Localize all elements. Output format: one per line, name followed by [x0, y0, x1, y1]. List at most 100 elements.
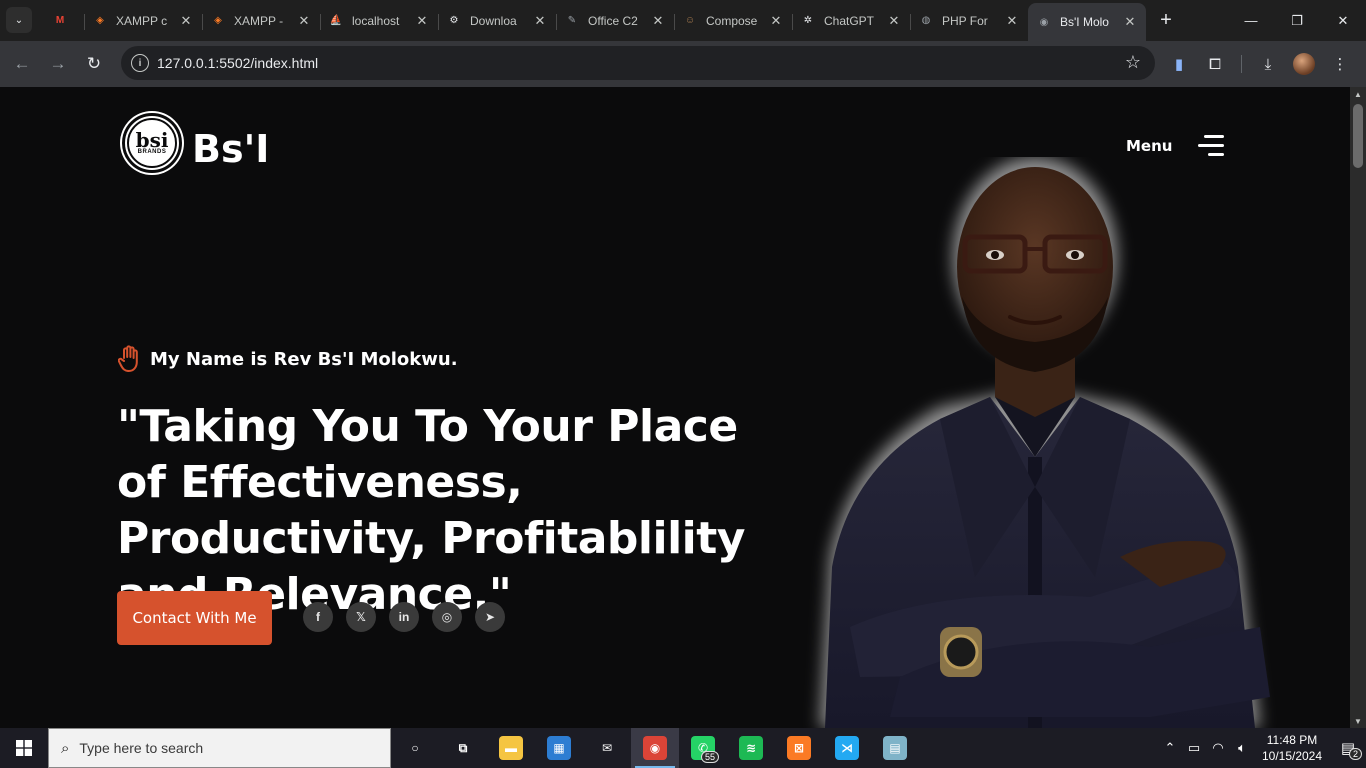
site-logo[interactable]: bsi BRANDS	[122, 113, 182, 173]
taskbar-app[interactable]: ≋	[727, 728, 775, 768]
bookmark-star-icon[interactable]: ☆	[1125, 52, 1141, 73]
profile-button[interactable]	[1288, 48, 1320, 80]
browser-tab[interactable]: ◍ PHP For ✕	[910, 5, 1028, 37]
browser-menu-button[interactable]: ⋮	[1324, 48, 1356, 80]
telegram-icon[interactable]: ➤	[475, 602, 505, 632]
clock[interactable]: 11:48 PM 10/15/2024	[1254, 732, 1330, 764]
taskbar-app[interactable]: ○	[391, 728, 439, 768]
start-button[interactable]	[0, 728, 48, 768]
address-bar[interactable]: i 127.0.0.1:5502/index.html ☆	[121, 46, 1155, 80]
spotify-icon: ≋	[739, 736, 763, 760]
browser-tab[interactable]: ◈ XAMPP c ✕	[84, 5, 202, 37]
scrollbar-thumb[interactable]	[1353, 104, 1363, 168]
logo-initials: bsi	[135, 128, 169, 152]
battery-icon[interactable]: ▭	[1182, 740, 1206, 756]
taskbar-app[interactable]: ⧉	[439, 728, 487, 768]
taskbar-app[interactable]: ⊠	[775, 728, 823, 768]
tab-title: XAMPP -	[234, 13, 284, 28]
taskbar-app[interactable]: ⋊	[823, 728, 871, 768]
menu-label: Menu	[1126, 137, 1173, 155]
chrome-icon: ◉	[643, 736, 667, 760]
tab-title: XAMPP c	[116, 13, 168, 28]
browser-tab[interactable]: ⚙ Downloa ✕	[438, 5, 556, 37]
close-tab-icon[interactable]: ✕	[1004, 13, 1020, 29]
arrow-left-icon: ←	[13, 54, 31, 73]
taskbar-app[interactable]: ✉	[583, 728, 631, 768]
toolbar-divider	[1241, 55, 1242, 73]
browser-tab[interactable]: M	[44, 5, 84, 37]
tab-title: Compose	[706, 13, 758, 28]
minimize-button[interactable]: —	[1228, 0, 1274, 41]
gmail-icon: M	[55, 15, 65, 26]
volume-icon[interactable]: 🔈︎	[1230, 740, 1254, 756]
page-scrollbar[interactable]: ▲ ▼	[1350, 87, 1366, 728]
taskbar-search[interactable]: ⌕ Type here to search	[48, 728, 391, 768]
tab-title: Downloa	[470, 13, 517, 28]
eye-icon: ◉	[1039, 16, 1049, 28]
url-text[interactable]: 127.0.0.1:5502/index.html	[157, 55, 318, 71]
x-twitter-icon[interactable]: 𝕏	[346, 602, 376, 632]
new-tab-button[interactable]: +	[1152, 7, 1180, 35]
menu-toggle[interactable]: Menu	[1126, 135, 1225, 157]
taskbar-app[interactable]: ✆ 55	[679, 728, 727, 768]
scroll-down-icon[interactable]: ▼	[1350, 714, 1366, 728]
tab-title: localhost	[352, 13, 400, 28]
file-explorer-icon: ▬	[499, 736, 523, 760]
close-icon: ✕	[1337, 12, 1349, 28]
search-icon: ⌕	[61, 739, 70, 757]
browser-tab[interactable]: ◉ Bs'I Molo ✕	[1028, 3, 1146, 41]
taskbar-app[interactable]: ◉	[631, 728, 679, 768]
close-tab-icon[interactable]: ✕	[886, 13, 902, 29]
contact-button[interactable]: Contact With Me	[117, 591, 272, 645]
browser-tab[interactable]: ◈ XAMPP - ✕	[202, 5, 320, 37]
facebook-icon[interactable]: f	[303, 602, 333, 632]
system-tray: ⌃ ▭ ◠ 🔈︎ 11:48 PM 10/15/2024 ▤ 2	[1158, 728, 1366, 768]
scroll-up-icon[interactable]: ▲	[1350, 87, 1366, 101]
extensions-button[interactable]: ⧠	[1199, 48, 1231, 80]
tab-search-button[interactable]: ⌄	[6, 7, 32, 33]
close-window-button[interactable]: ✕	[1320, 0, 1366, 41]
notepad-icon: ▤	[883, 736, 907, 760]
downloads-button[interactable]: ⤓	[1252, 48, 1284, 80]
close-tab-icon[interactable]: ✕	[532, 13, 548, 29]
tab-list: M ◈ XAMPP c ✕ ◈ XAMPP - ✕ ⛵ localhost ✕ ⚙ Downloa ✕ ✎…	[44, 0, 1180, 41]
avatar	[1293, 53, 1315, 75]
linkedin-icon[interactable]: in	[389, 602, 419, 632]
social-links: f 𝕏in ◎ ➤	[303, 602, 505, 632]
hero-portrait	[820, 157, 1270, 728]
instagram-icon[interactable]: ◎	[432, 602, 462, 632]
close-tab-icon[interactable]: ✕	[1122, 14, 1138, 30]
page-viewport: bsi BRANDS Bs'I Menu My Name is Rev Bs'I…	[0, 87, 1350, 728]
close-tab-icon[interactable]: ✕	[768, 13, 784, 29]
chevron-up-icon[interactable]: ⌃	[1158, 740, 1182, 756]
close-tab-icon[interactable]: ✕	[296, 13, 312, 29]
composer-icon: ☺	[684, 15, 696, 26]
close-tab-icon[interactable]: ✕	[178, 13, 194, 29]
windows-taskbar: ⌕ Type here to search ○ ⧉ ▬ ▦ ✉ ◉ ✆ 55 ≋ ⊠ ⋊ ▤ ⌃ ▭ …	[0, 728, 1366, 768]
toolbar-actions: ▮ ⧠ ⤓ ⋮	[1163, 46, 1356, 82]
browser-tab[interactable]: ✎ Office C2 ✕	[556, 5, 674, 37]
reload-button[interactable]: ↻	[76, 46, 112, 82]
browser-tab[interactable]: ⛵ localhost ✕	[320, 5, 438, 37]
puzzle-icon: ⧠	[1208, 55, 1221, 73]
close-tab-icon[interactable]: ✕	[414, 13, 430, 29]
close-tab-icon[interactable]: ✕	[650, 13, 666, 29]
reading-mode-button[interactable]: ▮	[1163, 48, 1195, 80]
browser-tab[interactable]: ✲ ChatGPT ✕	[792, 5, 910, 37]
mail-icon: ✉	[601, 741, 613, 755]
taskbar-app[interactable]: ▦	[535, 728, 583, 768]
info-icon[interactable]: i	[131, 54, 149, 72]
taskbar-app[interactable]: ▬	[487, 728, 535, 768]
browser-tab[interactable]: ☺ Compose ✕	[674, 5, 792, 37]
taskbar-app[interactable]: ▤	[871, 728, 919, 768]
forward-button[interactable]: →	[40, 46, 76, 82]
wifi-icon[interactable]: ◠	[1206, 740, 1230, 756]
vscode-icon: ⋊	[835, 736, 859, 760]
site-brand-name[interactable]: Bs'I	[192, 127, 269, 171]
restore-button[interactable]: ❐	[1274, 0, 1320, 41]
tab-title: Office C2	[588, 13, 638, 28]
notification-center-button[interactable]: ▤ 2	[1330, 728, 1366, 768]
back-button[interactable]: ←	[4, 46, 40, 82]
document-icon: ✎	[567, 15, 577, 26]
browser-toolbar: ← → ↻ i 127.0.0.1:5502/index.html ☆ ▮ ⧠ …	[0, 41, 1366, 87]
